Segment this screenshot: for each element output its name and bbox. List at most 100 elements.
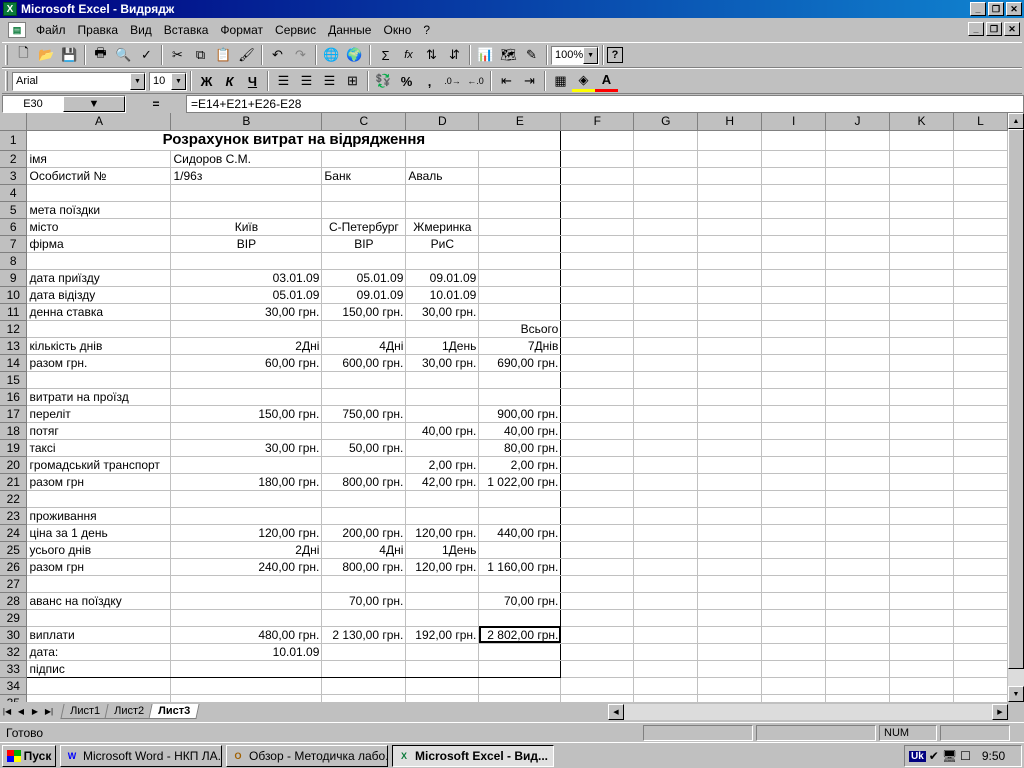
cell-empty[interactable]	[697, 473, 763, 491]
cell-empty[interactable]	[889, 524, 954, 542]
cell-d20[interactable]: 2,00 грн.	[405, 456, 480, 474]
cell-empty[interactable]	[761, 524, 827, 542]
cell-empty[interactable]	[633, 130, 699, 151]
cell-b11[interactable]: 30,00 грн.	[170, 302, 323, 321]
cell-empty[interactable]	[560, 541, 635, 559]
cell-empty[interactable]	[889, 626, 954, 644]
cell-empty[interactable]	[825, 405, 891, 423]
cell-empty[interactable]	[889, 694, 954, 702]
cell-empty[interactable]	[761, 456, 827, 474]
column-header-c[interactable]: C	[321, 113, 407, 131]
cell-empty[interactable]	[761, 201, 827, 219]
sheet-tab-3[interactable]: Лист3	[148, 704, 200, 719]
minimize-button[interactable]: _	[970, 2, 986, 16]
cell-e10[interactable]	[478, 286, 562, 304]
row-header[interactable]: 5	[0, 201, 28, 219]
column-header-a[interactable]: A	[26, 113, 172, 131]
row-header[interactable]: 35	[0, 694, 28, 702]
cell-c17[interactable]: 750,00 грн.	[321, 405, 407, 423]
cell-e14[interactable]: 690,00 грн.	[478, 353, 562, 372]
cell-c8[interactable]	[321, 252, 407, 270]
cell-empty[interactable]	[761, 184, 827, 202]
cell-b20[interactable]	[170, 456, 323, 474]
cell-empty[interactable]	[825, 439, 891, 457]
underline-button[interactable]: Ч	[241, 70, 264, 92]
cell-b34[interactable]	[170, 677, 323, 695]
cell-c2[interactable]	[321, 149, 407, 168]
font-color-icon[interactable]: A	[595, 70, 618, 92]
cell-empty[interactable]	[825, 626, 891, 644]
align-left-icon[interactable]: ☰	[272, 70, 295, 92]
borders-icon[interactable]: ▦	[549, 70, 572, 92]
row-header[interactable]: 26	[0, 558, 28, 576]
cell-empty[interactable]	[697, 660, 763, 678]
column-header-j[interactable]: J	[825, 113, 891, 131]
equals-icon[interactable]: =	[126, 97, 186, 111]
cell-empty[interactable]	[953, 660, 1008, 678]
cell-empty[interactable]	[825, 320, 891, 338]
cell-empty[interactable]	[697, 507, 763, 525]
toolbar-grip[interactable]	[5, 71, 8, 91]
cell-c26[interactable]: 800,00 грн.	[321, 557, 407, 576]
cell-empty[interactable]	[953, 303, 1008, 321]
cell-d18[interactable]: 40,00 грн.	[405, 422, 480, 440]
language-indicator[interactable]: Uk	[909, 750, 926, 762]
cell-e28[interactable]: 70,00 грн.	[478, 591, 562, 610]
cell-b33[interactable]	[170, 660, 323, 678]
cell-empty[interactable]	[825, 201, 891, 219]
row-header[interactable]: 34	[0, 677, 28, 695]
select-all-corner[interactable]	[0, 113, 28, 131]
cell-empty[interactable]	[697, 609, 763, 627]
first-sheet-icon[interactable]: |◀	[0, 705, 14, 719]
cell-empty[interactable]	[560, 456, 635, 474]
cell-e3[interactable]	[478, 167, 562, 185]
cell-empty[interactable]	[697, 252, 763, 270]
cell-e30[interactable]: 2 802,00 грн.	[478, 625, 562, 644]
cell-empty[interactable]	[697, 150, 763, 168]
cell-empty[interactable]	[889, 388, 954, 406]
start-button[interactable]: Пуск	[2, 744, 56, 767]
cell-empty[interactable]	[697, 337, 763, 355]
cell-empty[interactable]	[633, 201, 699, 219]
row-header[interactable]: 21	[0, 473, 28, 491]
cell-c6[interactable]: С-Петербург	[321, 218, 407, 236]
cell-empty[interactable]	[889, 490, 954, 508]
cell-empty[interactable]	[697, 320, 763, 338]
column-header-f[interactable]: F	[560, 113, 635, 131]
cell-d16[interactable]	[405, 387, 480, 406]
cell-empty[interactable]	[761, 473, 827, 491]
cell-empty[interactable]	[697, 388, 763, 406]
cell-a21[interactable]: разом грн	[26, 472, 172, 491]
cell-empty[interactable]	[953, 507, 1008, 525]
prev-sheet-icon[interactable]: ◀	[14, 705, 28, 719]
cell-empty[interactable]	[953, 456, 1008, 474]
cell-empty[interactable]	[953, 320, 1008, 338]
cell-empty[interactable]	[560, 694, 635, 702]
cell-empty[interactable]	[761, 337, 827, 355]
zoom-select[interactable]: 100% ▼	[551, 45, 599, 65]
cell-empty[interactable]	[633, 524, 699, 542]
cell-empty[interactable]	[953, 130, 1008, 151]
redo-icon[interactable]: ↷	[289, 44, 312, 66]
cell-empty[interactable]	[560, 575, 635, 593]
cell-b12[interactable]	[170, 320, 323, 338]
cell-empty[interactable]	[633, 252, 699, 270]
cell-empty[interactable]	[560, 677, 635, 695]
cell-empty[interactable]	[825, 541, 891, 559]
align-right-icon[interactable]: ☰	[318, 70, 341, 92]
column-header-d[interactable]: D	[405, 113, 480, 131]
cell-a28[interactable]: аванс на поїздку	[26, 591, 172, 610]
worksheet-grid[interactable]: A B C D E F G H I J K L 1 Розрахунок витр…	[0, 113, 1008, 702]
cell-empty[interactable]	[761, 269, 827, 287]
row-header[interactable]: 25	[0, 541, 28, 559]
cell-a3[interactable]: Особистий №	[26, 167, 172, 185]
cell-empty[interactable]	[633, 303, 699, 321]
cell-c16[interactable]	[321, 387, 407, 406]
cell-e26[interactable]: 1 160,00 грн.	[478, 557, 562, 576]
cell-empty[interactable]	[953, 388, 1008, 406]
row-header[interactable]: 28	[0, 592, 28, 610]
cell-empty[interactable]	[889, 167, 954, 185]
cell-c18[interactable]	[321, 422, 407, 440]
tray-icon[interactable]: ✔	[929, 749, 939, 763]
cell-d19[interactable]	[405, 439, 480, 457]
